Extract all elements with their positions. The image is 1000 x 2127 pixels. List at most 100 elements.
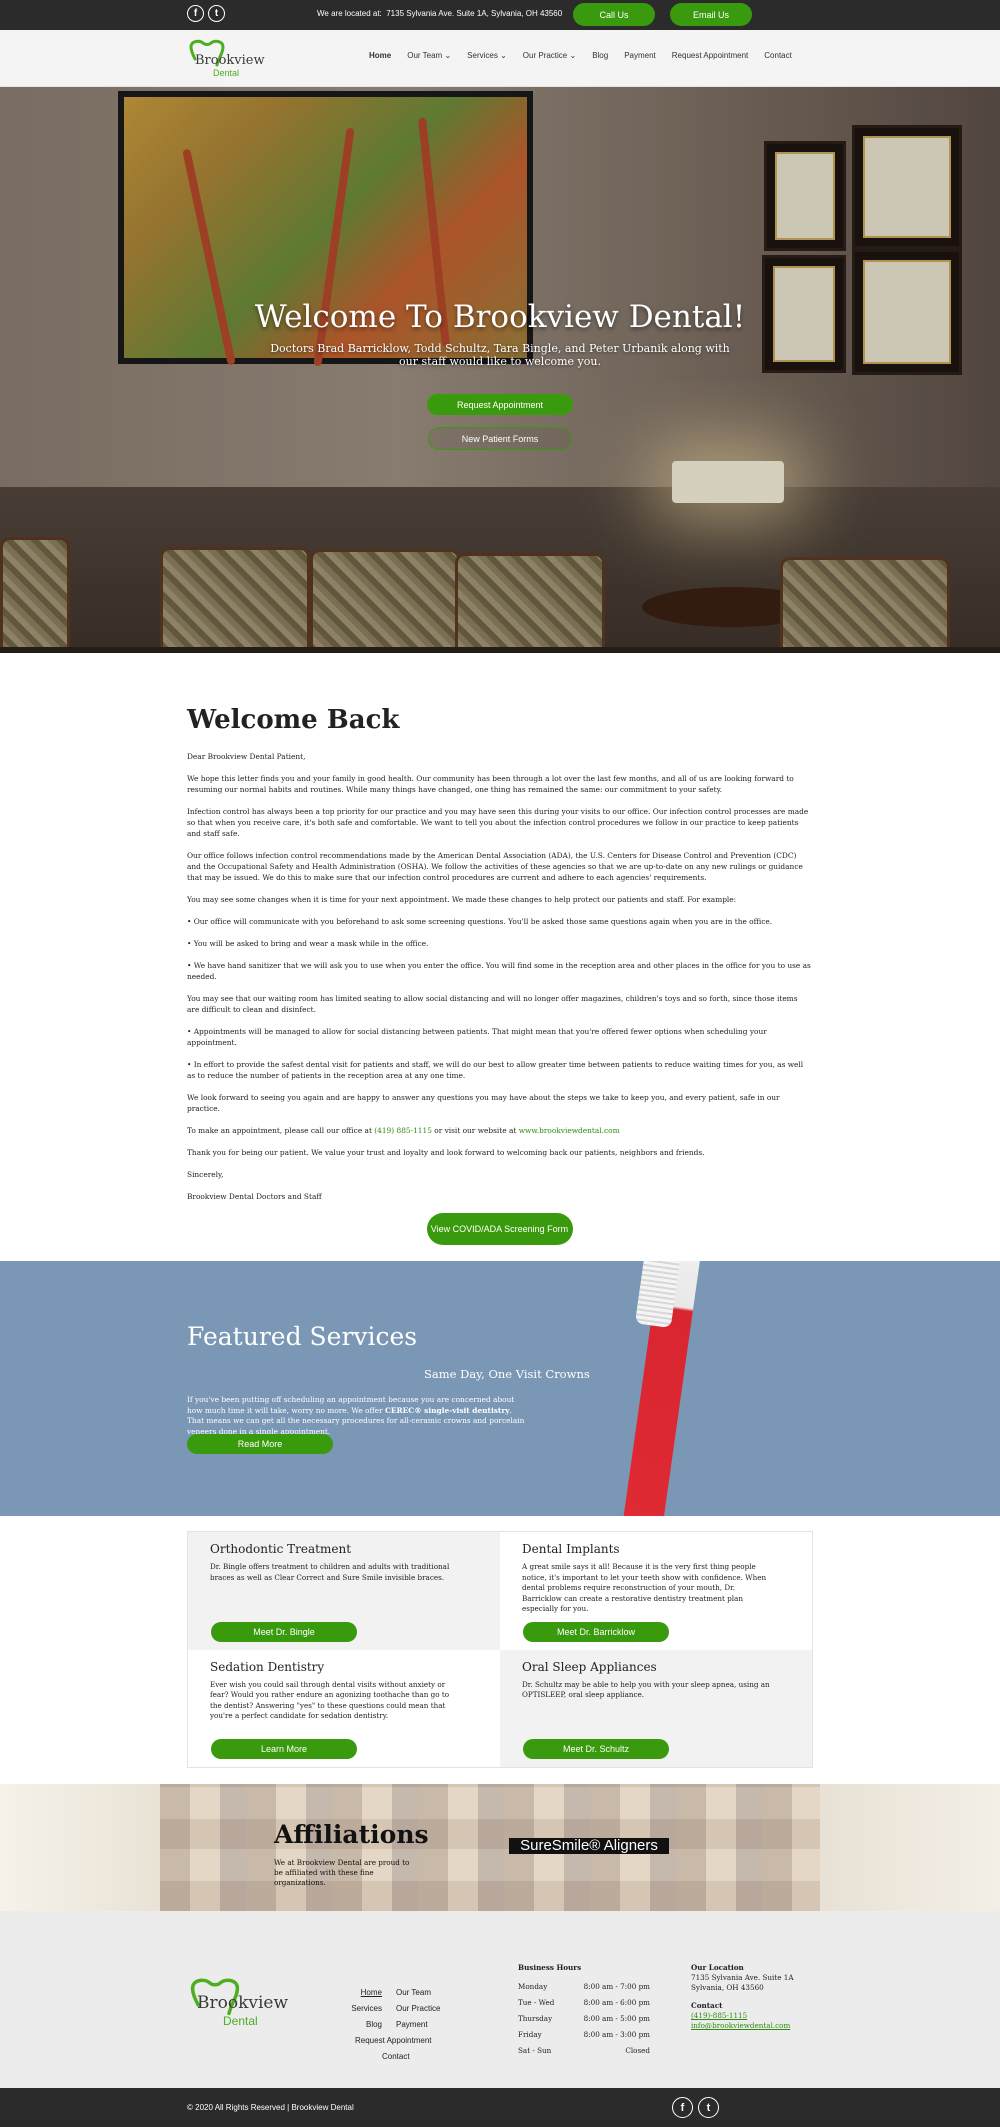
footer-email-link[interactable]: info@brookviewdental.com <box>691 2021 790 2030</box>
welcome-paragraph: We look forward to seeing you again and … <box>187 1093 780 1113</box>
location-title: Our Location <box>691 1963 744 1972</box>
phone-link[interactable]: (419) 885-1115 <box>374 1126 432 1135</box>
chevron-down-icon: ⌄ <box>500 51 507 60</box>
request-appointment-button[interactable]: Request Appointment <box>427 394 573 415</box>
welcome-paragraph: You may see that our waiting room has li… <box>187 994 798 1014</box>
welcome-paragraph: Our office follows infection control rec… <box>187 851 803 882</box>
welcome-bullet: • We have hand sanitizer that we will as… <box>187 961 811 981</box>
chevron-down-icon: ⌄ <box>569 51 577 60</box>
footer-link-blog[interactable]: Blog <box>350 2017 382 2033</box>
welcome-paragraph: We hope this letter finds you and your f… <box>187 774 794 794</box>
welcome-section: Welcome Back Dear Brookview Dental Patie… <box>0 653 1000 1261</box>
service-card-orthodontic: Orthodontic Treatment Dr. Bingle offers … <box>188 1532 500 1650</box>
footer-links-col2: Our Team Our Practice Payment <box>396 1985 440 2033</box>
footer-links-extra: Request Appointment Contact <box>355 2033 432 2065</box>
read-more-button[interactable]: Read More <box>187 1434 333 1454</box>
welcome-salutation: Dear Brookview Dental Patient, <box>187 752 306 761</box>
nav-services[interactable]: Services ⌄ <box>467 51 507 60</box>
footer-location: Our Location 7135 Sylvania Ave. Suite 1A… <box>691 1963 794 2031</box>
footer-link-payment[interactable]: Payment <box>396 2017 440 2033</box>
welcome-paragraph: Thank you for being our patient. We valu… <box>187 1148 705 1157</box>
copyright-text: © 2020 All Rights Reserved | Brookview D… <box>187 2103 354 2112</box>
welcome-contact-paragraph: To make an appointment, please call our … <box>187 1126 620 1135</box>
service-title: Orthodontic Treatment <box>210 1542 352 1556</box>
email-us-button[interactable]: Email Us <box>670 3 752 26</box>
service-title: Oral Sleep Appliances <box>522 1659 657 1674</box>
welcome-bullet: • Our office will communicate with you b… <box>187 917 773 926</box>
nav-blog[interactable]: Blog <box>592 51 608 60</box>
site-footer: Brookview Dental Home Services Blog Our … <box>0 1911 1000 2092</box>
welcome-bullet: • Appointments will be managed to allow … <box>187 1027 767 1047</box>
learn-more-button[interactable]: Learn More <box>211 1739 357 1759</box>
footer-link-request-appointment[interactable]: Request Appointment <box>355 2033 432 2049</box>
welcome-title: Welcome Back <box>187 705 400 735</box>
service-card-sedation: Sedation Dentistry Ever wish you could s… <box>188 1649 500 1767</box>
hero-banner: Welcome To Brookview Dental! Doctors Bra… <box>0 87 1000 653</box>
site-header: Brookview Dental Home Our Team ⌄ Service… <box>0 30 1000 87</box>
footer-phone-link[interactable]: (419)-885-1115 <box>691 2011 747 2020</box>
welcome-bullet: • You will be asked to bring and wear a … <box>187 939 429 948</box>
services-grid-section: Orthodontic Treatment Dr. Bingle offers … <box>0 1516 1000 1784</box>
top-social-links: f t <box>187 5 225 22</box>
new-patient-forms-button[interactable]: New Patient Forms <box>428 427 572 450</box>
nav-home[interactable]: Home <box>369 51 391 60</box>
top-bar: f t We are located at: 7135 Sylvania Ave… <box>0 0 1000 30</box>
featured-subtitle: Same Day, One Visit Crowns <box>424 1367 590 1381</box>
twitter-icon[interactable]: t <box>208 5 225 22</box>
service-text: Ever wish you could sail through dental … <box>210 1679 450 1721</box>
hero-lead: Doctors Brad Barricklow, Todd Schultz, T… <box>270 342 730 369</box>
screening-form-button[interactable]: View COVID/ADA Screening Form <box>426 1213 573 1245</box>
featured-text: If you've been putting off scheduling an… <box>187 1395 525 1436</box>
twitter-icon[interactable]: t <box>698 2097 719 2118</box>
welcome-paragraph: You may see some changes when it is time… <box>187 895 737 904</box>
business-hours: Business Hours Monday 8:00 am - 7:00 pm T… <box>518 1963 650 2058</box>
featured-services-section: Featured Services Same Day, One Visit Cr… <box>0 1261 1000 1516</box>
footer-link-our-practice[interactable]: Our Practice <box>396 2001 440 2017</box>
location-address: 7135 Sylvania Ave. Suite 1A, Sylvania, O… <box>386 9 563 18</box>
nav-contact[interactable]: Contact <box>764 51 792 60</box>
footer-link-our-team[interactable]: Our Team <box>396 1985 440 2001</box>
hours-row: Thursday 8:00 am - 5:00 pm <box>518 2013 650 2023</box>
meet-dr-barricklow-button[interactable]: Meet Dr. Barricklow <box>523 1621 669 1642</box>
meet-dr-bingle-button[interactable]: Meet Dr. Bingle <box>211 1621 357 1642</box>
services-grid: Orthodontic Treatment Dr. Bingle offers … <box>187 1531 813 1768</box>
footer-links-col1: Home Services Blog <box>350 1985 382 2033</box>
footer-link-home[interactable]: Home <box>350 1985 382 2001</box>
affiliations-title: Affiliations <box>274 1820 429 1849</box>
facebook-icon[interactable]: f <box>187 5 204 22</box>
chevron-down-icon: ⌄ <box>444 51 452 60</box>
site-logo[interactable]: Brookview Dental <box>187 39 265 79</box>
affiliations-text: We at Brookview Dental are proud to be a… <box>274 1858 410 1887</box>
nav-request-appointment[interactable]: Request Appointment <box>672 51 749 60</box>
hours-row: Friday 8:00 am - 3:00 pm <box>518 2029 650 2039</box>
contact-title: Contact <box>691 2001 723 2010</box>
footer-link-services[interactable]: Services <box>350 2001 382 2017</box>
copyright-bar: © 2020 All Rights Reserved | Brookview D… <box>0 2088 1000 2127</box>
service-title: Dental Implants <box>522 1542 620 1556</box>
nav-payment[interactable]: Payment <box>624 51 656 60</box>
patient-photo-collage <box>160 1784 820 1911</box>
service-title: Sedation Dentistry <box>210 1659 325 1674</box>
suresmile-logo[interactable]: SureSmile® Aligners <box>509 1838 669 1854</box>
service-text: Dr. Bingle offers treatment to children … <box>210 1562 450 1582</box>
address-line: 7135 Sylvania Ave. Suite 1A <box>691 1973 794 1982</box>
facebook-icon[interactable]: f <box>672 2097 693 2118</box>
footer-link-contact[interactable]: Contact <box>355 2049 432 2065</box>
welcome-closing: Sincerely, <box>187 1170 224 1179</box>
service-card-implants: Dental Implants A great smile says it al… <box>500 1532 812 1650</box>
meet-dr-schultz-button[interactable]: Meet Dr. Schultz <box>523 1739 669 1759</box>
main-nav: Home Our Team ⌄ Services ⌄ Our Practice … <box>369 51 808 60</box>
call-us-button[interactable]: Call Us <box>573 3 655 26</box>
featured-title: Featured Services <box>187 1322 418 1351</box>
affiliations-section: Affiliations We at Brookview Dental are … <box>0 1784 1000 1911</box>
footer-logo[interactable]: Brookview Dental <box>187 1977 297 2037</box>
hours-row: Sat - Sun Closed <box>518 2045 650 2055</box>
welcome-bullet: • In effort to provide the safest dental… <box>187 1060 804 1080</box>
nav-our-practice[interactable]: Our Practice ⌄ <box>523 51 576 60</box>
logo-name: Brookview <box>195 53 265 68</box>
service-card-sleep: Oral Sleep Appliances Dr. Schultz may be… <box>500 1649 812 1767</box>
nav-our-team[interactable]: Our Team ⌄ <box>407 51 451 60</box>
website-link[interactable]: www.brookviewdental.com <box>519 1126 620 1135</box>
hero-title: Welcome To Brookview Dental! <box>254 299 746 335</box>
footer-logo-sub: Dental <box>223 2014 258 2028</box>
